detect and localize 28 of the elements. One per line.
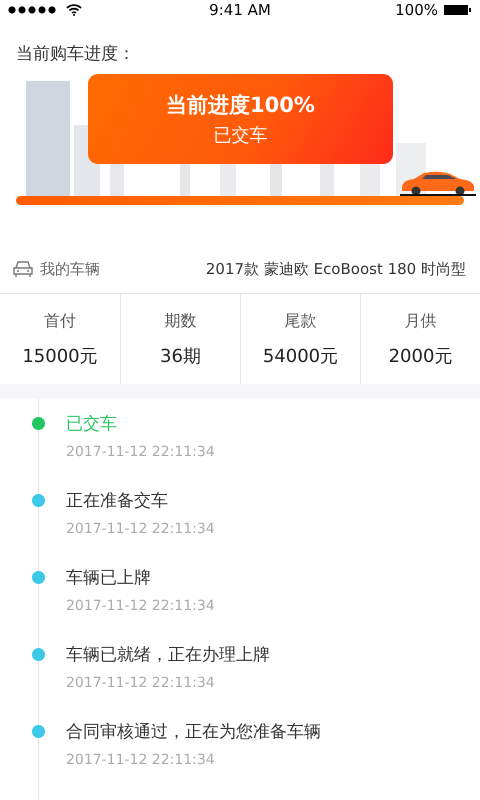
battery-icon [444, 4, 472, 16]
timeline-title: 已交车 [66, 414, 118, 434]
stat-value: 54000元 [262, 344, 338, 368]
vehicle-label: 我的车辆 [40, 260, 100, 278]
progress-headline: 当前进度100% [166, 92, 315, 119]
timeline-title: 合同审核通过，正在为您准备车辆 [66, 722, 322, 742]
timeline-time: 2017-11-12 22:11:34 [66, 752, 216, 768]
timeline-time: 2017-11-12 22:11:34 [66, 521, 216, 537]
stat-value: 2000元 [388, 344, 452, 368]
wifi-icon [66, 4, 82, 16]
stat-label: 期数 [164, 310, 196, 332]
timeline-title: 正在准备交车 [66, 491, 169, 511]
timeline-time: 2017-11-12 22:11:34 [66, 675, 216, 691]
stat-label: 月供 [404, 310, 436, 332]
stat-value: 36期 [160, 344, 201, 368]
progress-title: 当前购车进度： [15, 43, 136, 66]
stat-value: 15000元 [22, 344, 98, 368]
timeline-time: 2017-11-12 22:11:34 [66, 598, 216, 614]
progress-stage: 已交车 [214, 124, 268, 147]
vehicle-model: 2017款 蒙迪欧 EcoBoost 180 时尚型 [206, 260, 466, 278]
timeline-time: 2017-11-12 22:11:34 [66, 444, 216, 460]
timeline-title: 车辆已上牌 [66, 568, 152, 588]
stat-label: 首付 [44, 310, 76, 332]
stat-label: 尾款 [284, 310, 316, 332]
status-time: 9:41 AM [209, 1, 271, 19]
battery-percent: 100% [395, 1, 438, 19]
car-icon [12, 260, 34, 278]
timeline-title: 车辆已就绪，正在办理上牌 [66, 645, 271, 665]
